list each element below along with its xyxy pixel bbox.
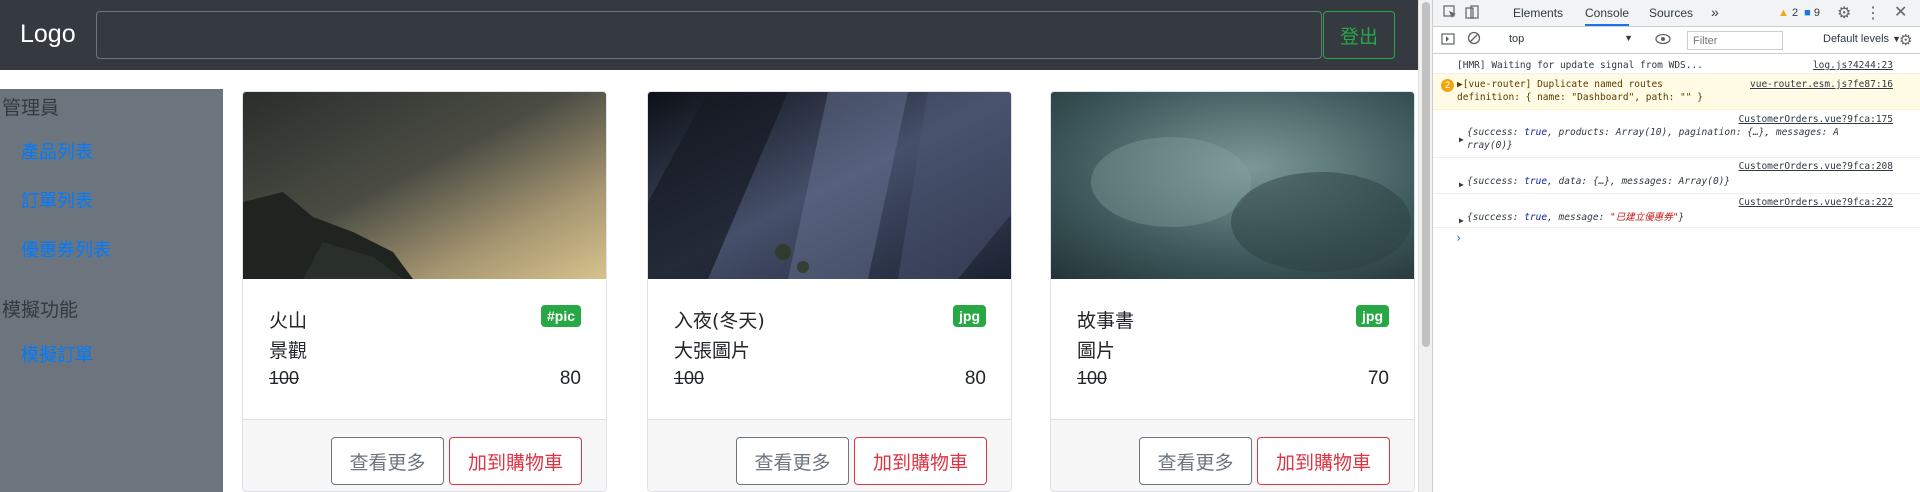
devtools-tab-bar: Elements Console Sources » ▲ 2 ■ 9 ⚙ ⋮ ✕ xyxy=(1433,0,1920,27)
console-warning-row: 2 ▶[vue-router] Duplicate named routes d… xyxy=(1433,74,1920,110)
view-more-button[interactable]: 查看更多 xyxy=(331,437,444,485)
product-image-volcano xyxy=(243,92,606,279)
source-link[interactable]: vue-router.esm.js?fe87:16 xyxy=(1750,78,1893,91)
sidebar-item-sim-orders[interactable]: 模擬訂單 xyxy=(21,341,93,367)
product-title: 故事書 xyxy=(1077,310,1135,332)
log-levels-dropdown[interactable]: Default levels ▼ xyxy=(1823,33,1901,45)
expand-arrow-icon[interactable]: ▶ xyxy=(1459,214,1464,227)
console-prompt-chevron-icon[interactable]: › xyxy=(1455,231,1462,245)
tab-sources[interactable]: Sources xyxy=(1649,6,1693,20)
live-expression-eye-icon[interactable] xyxy=(1655,32,1671,48)
tab-console[interactable]: Console xyxy=(1585,6,1630,26)
expand-arrow-icon[interactable]: ▶ xyxy=(1459,133,1464,146)
product-subtitle: 圖片 xyxy=(1077,340,1116,362)
logout-button[interactable]: 登出 xyxy=(1323,11,1395,59)
source-link[interactable]: log.js?4244:23 xyxy=(1813,59,1893,72)
card-footer: 查看更多 加到購物車 xyxy=(648,419,1011,491)
console-log-row: CustomerOrders.vue?9fca:208 ▶ {success: … xyxy=(1433,158,1920,194)
more-tabs-chevron-icon[interactable]: » xyxy=(1711,4,1719,20)
sidebar-toggle-icon[interactable] xyxy=(1441,32,1455,49)
source-link[interactable]: CustomerOrders.vue?9fca:175 xyxy=(1739,113,1893,126)
settings-gear-icon[interactable]: ⚙ xyxy=(1837,3,1851,23)
sale-price: 80 xyxy=(964,368,986,389)
warning-count-badge: 2 xyxy=(1441,79,1454,92)
console-log-row: CustomerOrders.vue?9fca:175 ▶ {success: … xyxy=(1433,111,1920,158)
card-footer: 查看更多 加到購物車 xyxy=(243,419,606,491)
navbar: Logo 登出 xyxy=(0,0,1418,70)
console-filter-input[interactable] xyxy=(1687,31,1783,50)
sidebar-item-orders[interactable]: 訂單列表 xyxy=(21,187,93,213)
sidebar-heading-admin: 管理員 xyxy=(2,97,60,119)
clear-console-icon[interactable] xyxy=(1467,31,1481,48)
source-link[interactable]: CustomerOrders.vue?9fca:222 xyxy=(1739,196,1893,209)
sidebar: 管理員 產品列表 訂單列表 優惠券列表 模擬功能 模擬訂單 xyxy=(0,89,223,492)
console-toolbar: top ▼ Default levels ▼ ⚙ xyxy=(1433,27,1920,54)
message-icon: ■ xyxy=(1804,7,1811,19)
inspect-element-icon[interactable] xyxy=(1443,5,1457,22)
expand-arrow-icon[interactable]: ▶ xyxy=(1459,178,1464,191)
device-toolbar-icon[interactable] xyxy=(1465,5,1479,22)
category-badge: jpg xyxy=(953,305,986,327)
view-more-button[interactable]: 查看更多 xyxy=(1139,437,1252,485)
product-card: 火山 #pic 景觀 100 80 查看更多 加到購物車 xyxy=(242,91,607,492)
kebab-menu-icon[interactable]: ⋮ xyxy=(1865,3,1881,23)
warning-counter[interactable]: ▲ 2 ■ 9 xyxy=(1778,7,1820,19)
category-badge: #pic xyxy=(540,305,581,327)
product-subtitle: 景觀 xyxy=(269,340,308,362)
dropdown-arrow-icon: ▼ xyxy=(1624,33,1633,43)
product-subtitle: 大張圖片 xyxy=(674,340,751,362)
warning-icon: ▲ xyxy=(1778,7,1789,19)
add-to-cart-button[interactable]: 加到購物車 xyxy=(449,437,582,485)
search-input[interactable] xyxy=(96,11,1322,59)
category-badge: jpg xyxy=(1356,305,1389,327)
view-more-button[interactable]: 查看更多 xyxy=(736,437,849,485)
product-image-storybook xyxy=(1051,92,1414,279)
card-footer: 查看更多 加到購物車 xyxy=(1051,419,1414,491)
original-price: 100 xyxy=(674,368,705,388)
original-price: 100 xyxy=(1077,368,1108,388)
sale-price: 70 xyxy=(1367,368,1389,389)
console-log-row: CustomerOrders.vue?9fca:222 ▶ {success: … xyxy=(1433,194,1920,228)
close-devtools-icon[interactable]: ✕ xyxy=(1894,2,1907,22)
sidebar-heading-simulation: 模擬功能 xyxy=(2,299,79,321)
console-log-row: [HMR] Waiting for update signal from WDS… xyxy=(1433,57,1920,74)
sale-price: 80 xyxy=(559,368,581,389)
add-to-cart-button[interactable]: 加到購物車 xyxy=(854,437,987,485)
source-link[interactable]: CustomerOrders.vue?9fca:208 xyxy=(1739,160,1893,173)
sidebar-item-products[interactable]: 產品列表 xyxy=(21,138,93,164)
console-settings-gear-icon[interactable]: ⚙ xyxy=(1899,31,1912,49)
sidebar-item-coupons[interactable]: 優惠券列表 xyxy=(21,236,111,262)
product-image-night-winter xyxy=(648,92,1011,279)
devtools-panel: Elements Console Sources » ▲ 2 ■ 9 ⚙ ⋮ ✕… xyxy=(1432,0,1920,492)
product-title: 入夜(冬天) xyxy=(674,310,765,332)
app-viewport: Logo 登出 管理員 產品列表 訂單列表 優惠券列表 模擬功能 模擬訂單 火山… xyxy=(0,0,1418,492)
scrollbar-thumb[interactable] xyxy=(1422,2,1430,347)
product-card: 故事書 jpg 圖片 100 70 查看更多 加到購物車 xyxy=(1050,91,1415,492)
page-scrollbar[interactable] xyxy=(1418,0,1432,492)
context-selector[interactable]: top ▼ xyxy=(1505,31,1637,49)
tab-elements[interactable]: Elements xyxy=(1513,6,1563,20)
original-price: 100 xyxy=(269,368,300,388)
brand-logo[interactable]: Logo xyxy=(20,20,76,49)
product-card: 入夜(冬天) jpg 大張圖片 100 80 查看更多 加到購物車 xyxy=(647,91,1012,492)
add-to-cart-button[interactable]: 加到購物車 xyxy=(1257,437,1390,485)
product-title: 火山 xyxy=(269,310,308,332)
